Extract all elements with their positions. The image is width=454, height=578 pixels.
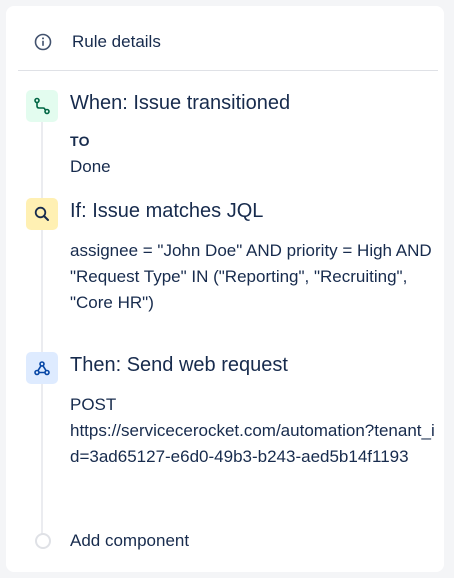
timeline-line xyxy=(41,104,43,536)
request-url: https://servicecerocket.com/automation?t… xyxy=(70,421,435,466)
add-component-label: Add component xyxy=(70,531,190,550)
rule-details-header[interactable]: Rule details xyxy=(20,20,438,64)
branch-icon xyxy=(26,90,58,122)
rule-details-panel: Rule details When: Issue transitioned TO… xyxy=(6,6,444,572)
trigger-details: TO Done xyxy=(70,128,438,180)
add-component-button[interactable]: Add component xyxy=(6,526,444,556)
action-title: Then: Send web request xyxy=(70,354,288,376)
webhook-icon xyxy=(26,352,58,384)
rule-details-title: Rule details xyxy=(72,32,161,51)
web-request-details: POST https://servicecerocket.com/automat… xyxy=(70,392,438,470)
jql-query: assignee = "John Doe" AND priority = Hig… xyxy=(70,241,432,312)
to-label: TO xyxy=(70,133,90,149)
http-method: POST xyxy=(70,395,117,414)
search-icon xyxy=(26,198,58,230)
add-component-circle-icon xyxy=(35,533,51,549)
trigger-title: When: Issue transitioned xyxy=(70,92,291,114)
divider xyxy=(18,70,438,71)
to-status-value: Done xyxy=(70,157,111,176)
condition-title: If: Issue matches JQL xyxy=(70,200,264,222)
info-icon xyxy=(34,33,52,51)
